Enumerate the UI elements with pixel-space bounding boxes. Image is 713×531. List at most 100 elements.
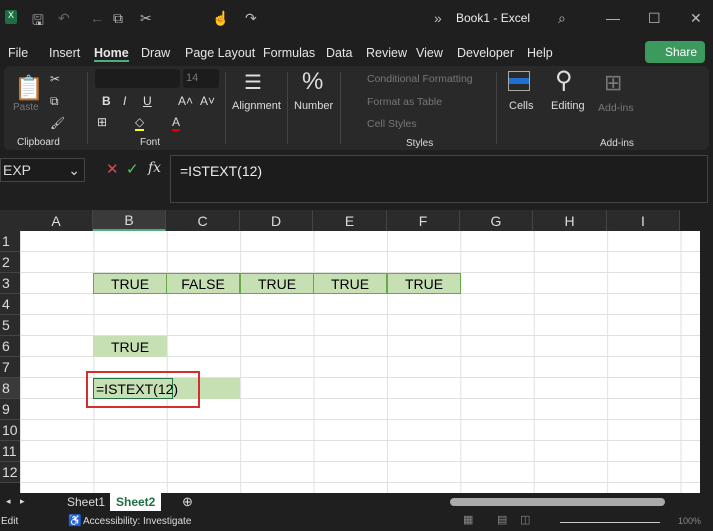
cells-button[interactable]: Cells (509, 100, 533, 112)
column-header-H[interactable]: H (533, 210, 607, 231)
row-header-2[interactable]: 2 (0, 252, 20, 273)
column-header-A[interactable]: A (20, 210, 93, 231)
zoom-slider[interactable] (560, 522, 660, 523)
sheet-tab-sheet2[interactable]: Sheet2 (110, 493, 162, 511)
increase-font-icon[interactable]: A˄ (178, 94, 193, 108)
tab-file[interactable]: File (8, 46, 28, 60)
share-button[interactable]: Share (645, 41, 705, 63)
row-header-9[interactable]: 9 (0, 399, 20, 420)
tab-data[interactable]: Data (326, 46, 352, 60)
editing-button[interactable]: Editing (551, 100, 585, 112)
addins-button[interactable]: Add-ins (598, 102, 634, 114)
tab-help[interactable]: Help (527, 46, 553, 60)
cancel-icon[interactable]: ✕ (106, 160, 119, 178)
bold-button[interactable]: B (102, 94, 111, 108)
paste-icon[interactable]: 📋 (14, 74, 44, 103)
back-icon[interactable]: ← (90, 10, 104, 26)
column-header-D[interactable]: D (240, 210, 313, 231)
touch-mode-icon[interactable]: ☝ (212, 10, 229, 27)
formula-text: =ISTEXT(12) (180, 163, 263, 179)
scroll-right-icon[interactable]: ▸ (20, 496, 25, 507)
minimize-button[interactable]: — (606, 10, 620, 26)
worksheet-grid[interactable] (20, 231, 700, 493)
row-header-6[interactable]: 6 (0, 336, 20, 357)
decrease-font-icon[interactable]: A˅ (200, 94, 215, 108)
select-all-corner[interactable] (0, 210, 20, 231)
close-button[interactable]: ✕ (690, 10, 702, 27)
cell-styles-button[interactable]: Cell Styles (367, 118, 417, 130)
add-sheet-icon[interactable]: ⊕ (182, 494, 193, 510)
search-icon[interactable]: ⌕ (558, 10, 566, 27)
cell-E3[interactable]: TRUE (313, 273, 387, 294)
borders-icon[interactable]: ⊞ (97, 115, 107, 129)
fill-color-icon[interactable]: ◇ (135, 115, 145, 131)
underline-button[interactable]: U (143, 94, 152, 108)
tab-review[interactable]: Review (366, 46, 407, 60)
page-layout-view-icon[interactable]: ▤ (497, 513, 507, 526)
tab-developer[interactable]: Developer (457, 46, 514, 60)
zoom-level[interactable]: 100% (678, 516, 701, 526)
column-header-B[interactable]: B (93, 210, 166, 231)
excel-logo-icon: X (5, 10, 17, 24)
cell-B6[interactable]: TRUE (93, 336, 167, 357)
accessibility-status[interactable]: Accessibility: Investigate (83, 516, 191, 527)
horizontal-scrollbar-thumb[interactable] (450, 498, 665, 506)
alignment-button[interactable]: Alignment (232, 100, 281, 112)
row-header-11[interactable]: 11 (0, 441, 20, 462)
name-box[interactable]: EXP ⌄ (0, 158, 85, 182)
format-as-table-button[interactable]: Format as Table (367, 96, 442, 108)
font-size-select[interactable]: 14 (183, 69, 219, 88)
cell-F3[interactable]: TRUE (387, 273, 461, 294)
font-color-icon[interactable]: A (172, 115, 181, 131)
vertical-scrollbar[interactable] (700, 231, 713, 493)
cut-icon[interactable]: ✂ (140, 10, 152, 27)
accessibility-icon[interactable]: ♿ (68, 514, 82, 527)
cell-D3[interactable]: TRUE (240, 273, 314, 294)
column-header-E[interactable]: E (313, 210, 387, 231)
cut-icon[interactable]: ✂ (50, 72, 60, 86)
cells-icon (508, 71, 530, 91)
column-header-I[interactable]: I (607, 210, 680, 231)
enter-icon[interactable]: ✓ (126, 160, 139, 178)
format-painter-icon[interactable]: 🖌 (50, 116, 65, 130)
row-header-12[interactable]: 12 (0, 462, 20, 483)
tab-home[interactable]: Home (94, 46, 129, 62)
maximize-button[interactable]: ☐ (648, 10, 661, 27)
cell-C3[interactable]: FALSE (166, 273, 240, 294)
scroll-left-icon[interactable]: ◂ (6, 496, 11, 507)
copy-icon[interactable]: ⧉ (50, 94, 59, 109)
tab-formulas[interactable]: Formulas (263, 46, 315, 60)
sheet-tab-sheet1[interactable]: Sheet1 (67, 495, 105, 509)
redo-icon[interactable]: ↷ (245, 10, 257, 27)
font-name-select[interactable] (95, 69, 180, 88)
row-header-3[interactable]: 3 (0, 273, 20, 294)
font-size-value: 14 (186, 72, 199, 84)
copy-icon[interactable]: ⧉ (113, 10, 123, 27)
save-icon[interactable]: 🖫 (32, 10, 44, 34)
row-header-10[interactable]: 10 (0, 420, 20, 441)
paste-button[interactable]: Paste (13, 102, 39, 113)
italic-button[interactable]: I (123, 94, 126, 108)
row-header-4[interactable]: 4 (0, 294, 20, 315)
column-header-F[interactable]: F (387, 210, 460, 231)
conditional-formatting-button[interactable]: Conditional Formatting (367, 73, 473, 85)
tab-view[interactable]: View (416, 46, 443, 60)
number-button[interactable]: Number (294, 100, 333, 112)
row-header-5[interactable]: 5 (0, 315, 20, 336)
formula-input[interactable]: =ISTEXT(12) (170, 155, 708, 203)
normal-view-icon[interactable]: ▦ (463, 513, 473, 526)
column-header-G[interactable]: G (460, 210, 533, 231)
insert-function-button[interactable]: fx (148, 160, 161, 176)
tab-draw[interactable]: Draw (141, 46, 170, 60)
page-break-view-icon[interactable]: ◫ (520, 513, 530, 526)
tab-insert[interactable]: Insert (49, 46, 80, 60)
undo-icon[interactable]: ↶ (58, 10, 70, 27)
tab-page-layout[interactable]: Page Layout (185, 46, 255, 60)
row-header-8[interactable]: 8 (0, 378, 20, 399)
more-icon[interactable]: » (434, 10, 442, 26)
column-header-C[interactable]: C (166, 210, 240, 231)
row-header-1[interactable]: 1 (0, 231, 20, 252)
cell-B3[interactable]: TRUE (93, 273, 167, 294)
highlight-box (86, 371, 200, 408)
row-header-7[interactable]: 7 (0, 357, 20, 378)
